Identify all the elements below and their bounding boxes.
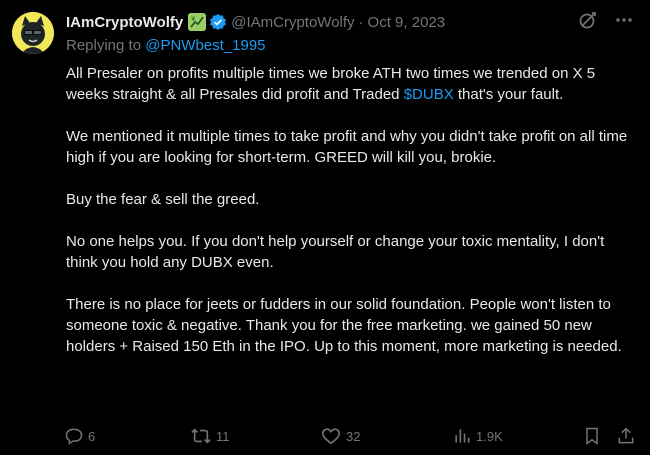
grok-icon[interactable]: [578, 10, 598, 30]
cashtag-link[interactable]: $DUBX: [404, 86, 454, 103]
reply-button[interactable]: 6: [64, 424, 95, 448]
retweet-button[interactable]: 11: [190, 424, 230, 448]
bookmark-icon: [586, 427, 598, 445]
reply-icon: [65, 428, 83, 445]
share-icon: [618, 427, 634, 444]
retweet-count: 11: [216, 428, 230, 444]
more-icon[interactable]: [614, 10, 634, 30]
avatar[interactable]: [12, 12, 54, 54]
views-count: 1.9K: [476, 428, 503, 444]
tweet-paragraph: All Presaler on profits multiple times w…: [66, 63, 636, 105]
views-icon: [455, 429, 470, 443]
like-count: 32: [346, 428, 361, 444]
share-button[interactable]: [616, 424, 636, 448]
heart-icon: [321, 428, 341, 445]
tweet-paragraph: Buy the fear & sell the greed.: [66, 191, 260, 208]
wolf-avatar-icon: [12, 12, 54, 54]
bookmark-button[interactable]: [582, 424, 602, 448]
verified-badge-icon[interactable]: [209, 13, 227, 31]
tweet-paragraph: There is no place for jeets or fudders i…: [66, 296, 622, 355]
retweet-icon: [191, 428, 211, 444]
chart-increasing-with-yen-icon: ¥: [188, 13, 207, 31]
like-button[interactable]: 32: [320, 424, 360, 448]
tweet[interactable]: IAmCryptoWolfy ¥ @IAmCryptoWolfy · Oct 9…: [0, 0, 650, 455]
paragraph-text: that's your fault.: [453, 86, 564, 103]
tweet-paragraph: No one helps you. If you don't help your…: [66, 233, 605, 271]
reply-prefix: Replying to: [66, 37, 146, 54]
header-actions: [578, 10, 634, 30]
author-display-name[interactable]: IAmCryptoWolfy: [66, 14, 183, 31]
svg-text:¥: ¥: [191, 15, 196, 23]
tweet-header: IAmCryptoWolfy ¥ @IAmCryptoWolfy · Oct 9…: [66, 11, 445, 33]
reply-count: 6: [88, 428, 96, 444]
separator-dot: ·: [358, 13, 364, 31]
reply-context: Replying to @PNWbest_1995: [66, 37, 266, 54]
reply-to-mention[interactable]: @PNWbest_1995: [145, 37, 265, 54]
tweet-date[interactable]: Oct 9, 2023: [368, 14, 446, 31]
author-handle[interactable]: @IAmCryptoWolfy: [231, 14, 354, 31]
tweet-text: All Presaler on profits multiple times w…: [66, 63, 636, 378]
tweet-actions: 6 11 32 1.9K: [64, 424, 634, 448]
tweet-paragraph: We mentioned it multiple times to take p…: [66, 128, 628, 166]
views-button[interactable]: 1.9K: [452, 424, 503, 448]
